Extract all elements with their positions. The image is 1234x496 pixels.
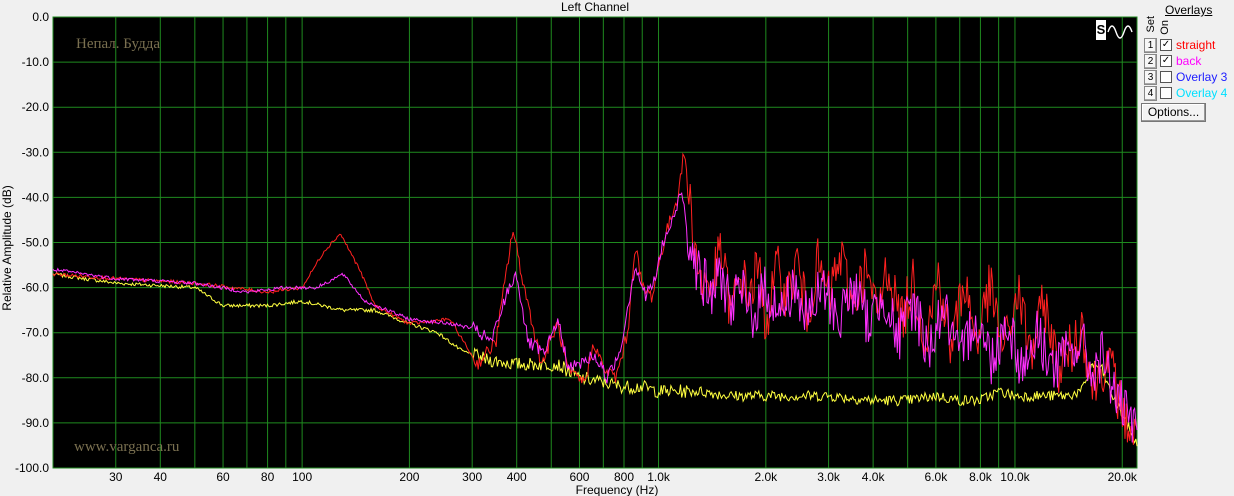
overlay-label-1: straight (1176, 38, 1216, 52)
overlay-row-1: 1 ✓ straight (1144, 37, 1234, 53)
on-column-header: On (1159, 20, 1171, 35)
y-tick-label: -80.0 (22, 371, 50, 385)
watermark-bottom: www.varganca.ru (74, 439, 180, 455)
x-tick-label: 300 (462, 470, 482, 484)
overlay-set-button-1[interactable]: 1 (1144, 38, 1157, 53)
overlay-on-checkbox-3[interactable] (1160, 71, 1172, 83)
x-tick-label: 3.0k (817, 470, 841, 484)
y-tick-label: -20.0 (22, 100, 50, 114)
x-tick-label: 8.0k (969, 470, 993, 484)
y-tick-label: -90.0 (22, 416, 50, 430)
set-column-header: Set (1145, 16, 1157, 33)
x-tick-label: 30 (109, 470, 123, 484)
overlay-row-3: 3 Overlay 3 (1144, 69, 1234, 85)
x-tick-label: 10.0k (1000, 470, 1030, 484)
x-tick-label: 20.0k (1108, 470, 1138, 484)
overlay-label-3: Overlay 3 (1176, 70, 1228, 84)
y-tick-label: -60.0 (22, 281, 50, 295)
x-tick-label: 1.0k (647, 470, 671, 484)
x-tick-label: 6.0k (925, 470, 949, 484)
x-tick-label: 100 (292, 470, 312, 484)
overlay-row-2: 2 ✓ back (1144, 53, 1234, 69)
x-tick-label: 40 (154, 470, 168, 484)
overlays-title: Overlays (1165, 3, 1213, 17)
y-tick-label: -40.0 (22, 190, 50, 204)
watermark-top: Непал. Будда (76, 36, 160, 52)
overlay-label-4: Overlay 4 (1176, 86, 1228, 100)
y-axis-label: Relative Amplitude (dB) (0, 185, 14, 310)
x-tick-label: 400 (507, 470, 527, 484)
overlay-on-checkbox-4[interactable] (1160, 87, 1172, 99)
overlay-on-checkbox-1[interactable]: ✓ (1160, 39, 1172, 51)
overlay-on-checkbox-2[interactable]: ✓ (1160, 55, 1172, 67)
y-tick-label: -30.0 (22, 145, 50, 159)
svg-text:S: S (1097, 22, 1106, 37)
y-tick-label: -50.0 (22, 236, 50, 250)
y-tick-label: 0.0 (32, 10, 49, 24)
x-tick-label: 200 (399, 470, 419, 484)
overlay-set-button-3[interactable]: 3 (1144, 70, 1157, 85)
chart-title: Left Channel (561, 0, 629, 14)
x-tick-label: 80 (261, 470, 275, 484)
x-tick-label: 2.0k (754, 470, 778, 484)
overlay-label-2: back (1176, 54, 1202, 68)
options-button[interactable]: Options... (1141, 103, 1206, 122)
overlay-set-button-4[interactable]: 4 (1144, 86, 1157, 101)
overlay-row-4: 4 Overlay 4 (1144, 85, 1234, 101)
x-tick-label: 800 (614, 470, 634, 484)
y-tick-label: -100.0 (15, 461, 49, 475)
x-tick-label: 60 (216, 470, 230, 484)
x-tick-label: 4.0k (862, 470, 886, 484)
overlay-set-button-2[interactable]: 2 (1144, 54, 1157, 69)
spectrum-chart: Left Channel 0.0 -10.0 -20.0 -30.0 -40.0 -50.… (0, 0, 1138, 496)
x-tick-label: 600 (569, 470, 589, 484)
y-tick-label: -10.0 (22, 55, 50, 69)
x-axis-label: Frequency (Hz) (576, 483, 659, 496)
y-tick-label: -70.0 (22, 326, 50, 340)
